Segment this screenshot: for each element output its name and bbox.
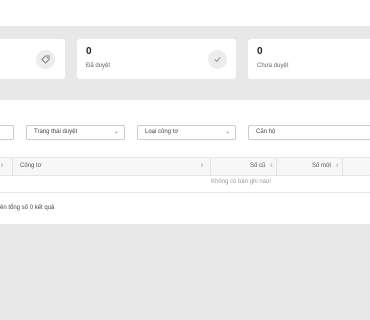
- meter-type-value: Loại công tơ: [145, 129, 179, 135]
- approval-status-value: Trạng thái duyệt: [34, 129, 78, 135]
- sort-icon: ⇕: [269, 163, 274, 169]
- empty-row: Không có bản ghi nào!: [0, 174, 370, 193]
- column-header-old-reading[interactable]: Số cũ ⇕: [250, 158, 274, 175]
- stat-card-approved: 0 Đã duyệt: [77, 39, 236, 79]
- approved-label: Đã duyệt: [86, 63, 111, 69]
- sort-icon[interactable]: ⇕: [200, 158, 204, 175]
- chevron-down-icon: ⌄: [224, 129, 230, 135]
- apartment-value: Căn hộ: [256, 129, 276, 135]
- column-divider: [342, 158, 343, 175]
- approval-status-select[interactable]: Trạng thái duyệt ⌄: [26, 125, 125, 140]
- pending-label: Chưa duyệt: [257, 63, 289, 69]
- column-header-meter[interactable]: Công tơ: [20, 158, 42, 175]
- list-panel: Trạng thái duyệt ⌄ Loại công tơ ⌄ Căn hộ…: [0, 100, 370, 224]
- chevron-down-icon: ⌄: [113, 129, 119, 135]
- top-bar: [0, 0, 370, 26]
- pending-count: 0: [257, 46, 263, 57]
- result-summary: ên tổng số 0 kết quả: [0, 205, 55, 211]
- stat-card-pending: 0 Chưa duyệt: [248, 39, 370, 79]
- column-header-new-reading[interactable]: Số mới ⇕: [312, 158, 339, 175]
- check-icon: [208, 50, 227, 69]
- column-divider: [210, 158, 211, 175]
- column-divider: [12, 158, 13, 175]
- approved-count: 0: [86, 46, 92, 57]
- apartment-select[interactable]: Căn hộ: [248, 125, 370, 140]
- empty-message: Không có bản ghi nào!: [211, 179, 272, 185]
- tag-icon: [36, 50, 55, 69]
- column-divider: [276, 158, 277, 175]
- sort-icon: ⇕: [335, 163, 340, 169]
- search-input[interactable]: [0, 125, 14, 140]
- stat-card-total: [0, 39, 65, 79]
- meter-type-select[interactable]: Loại công tơ ⌄: [137, 125, 236, 140]
- sort-icon[interactable]: ⇕: [0, 158, 4, 175]
